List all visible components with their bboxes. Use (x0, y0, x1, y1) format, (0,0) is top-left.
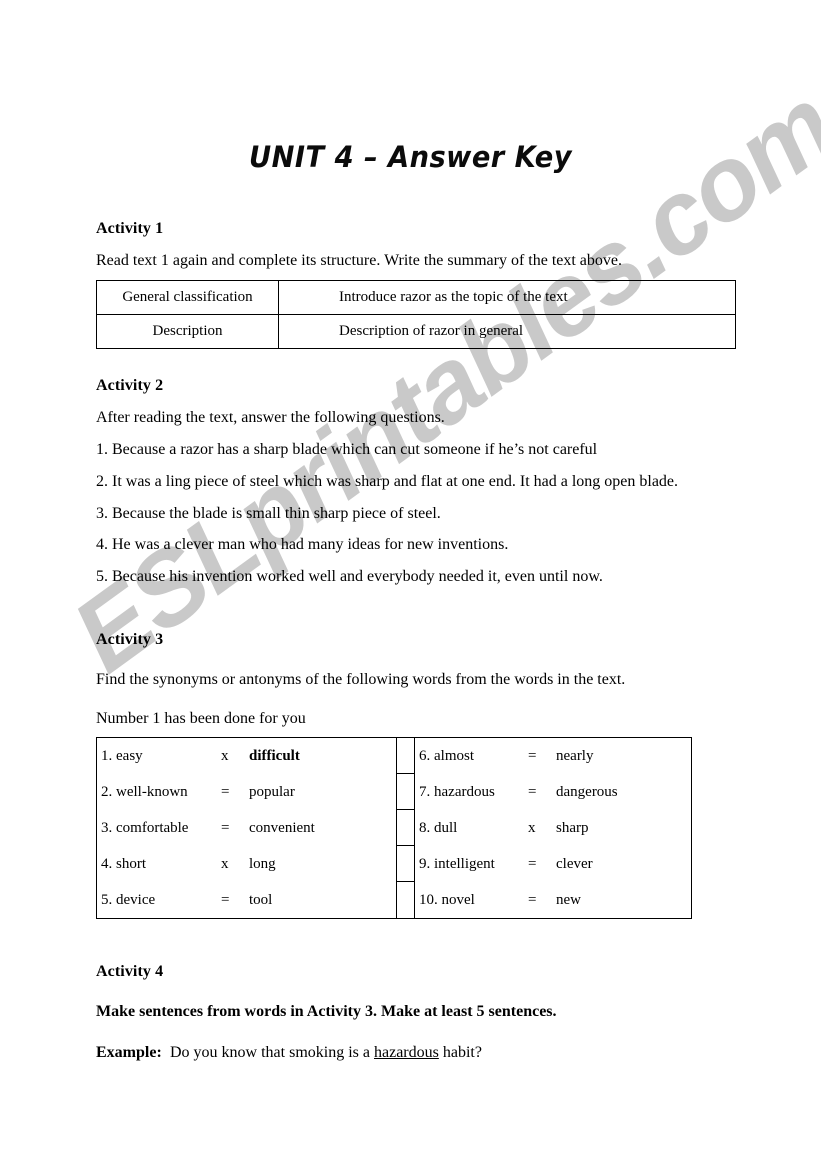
word-term: 8. dull (419, 819, 458, 836)
relation-symbol: = (221, 783, 230, 800)
relation-symbol: = (528, 747, 537, 764)
word-answer: tool (249, 891, 273, 908)
page-title: UNIT 4 – Answer Key (249, 140, 572, 174)
activity-2-section: Activity 2 After reading the text, answe… (96, 377, 736, 587)
list-item: 10. novel = new (415, 882, 693, 918)
synonyms-divider-column (396, 737, 415, 918)
example-prefix: Do you know that smoking is a (170, 1043, 374, 1061)
word-term: 7. hazardous (419, 783, 495, 800)
word-answer: dangerous (556, 783, 618, 800)
word-answer: clever (556, 855, 593, 872)
activity-4-heading: Activity 4 (96, 962, 164, 980)
activity-1-section: Activity 1 Read text 1 again and complet… (96, 220, 736, 349)
example-suffix: habit? (438, 1043, 482, 1061)
word-answer: sharp (556, 819, 589, 836)
divider-cell (397, 774, 414, 810)
list-item: 6. almost = nearly (415, 738, 693, 774)
word-term: 3. comfortable (101, 819, 189, 836)
word-term: 4. short (101, 855, 146, 872)
activity-4-instruction: Make sentences from words in Activity 3.… (96, 1002, 557, 1020)
activity-2-instruction: After reading the text, answer the follo… (96, 408, 445, 426)
structure-label-cell: General classification (96, 279, 279, 315)
table-row: Description Description of razor in gene… (96, 313, 736, 349)
activity-2-answer: 4. He was a clever man who had many idea… (96, 536, 509, 554)
divider-cell (397, 810, 414, 846)
worksheet-page: UNIT 4 – Answer Key Activity 1 Read text… (0, 0, 821, 1169)
relation-symbol: = (528, 855, 537, 872)
activity-4-section: Activity 4 Make sentences from words in … (96, 963, 736, 1062)
relation-symbol: = (221, 819, 230, 836)
activity-2-answer: 1. Because a razor has a sharp blade whi… (96, 440, 598, 458)
list-item: 1. easy x difficult (97, 738, 396, 774)
example-label: Example: (96, 1043, 162, 1061)
activity-3-note: Number 1 has been done for you (96, 710, 306, 727)
relation-symbol: x (221, 747, 229, 764)
synonyms-antonyms-table: 1. easy x difficult 2. well-known = popu… (96, 736, 693, 919)
word-answer: convenient (249, 819, 315, 836)
activity-3-instruction: Find the synonyms or antonyms of the fol… (96, 671, 626, 689)
activity-2-answer: 2. It was a ling piece of steel which wa… (96, 472, 679, 490)
word-term: 10. novel (419, 891, 475, 908)
relation-symbol: = (528, 783, 537, 800)
relation-symbol: x (528, 819, 536, 836)
word-answer: new (556, 891, 581, 908)
word-answer: long (249, 855, 276, 872)
divider-cell (397, 882, 414, 918)
relation-symbol: = (221, 891, 230, 908)
relation-symbol: x (221, 855, 229, 872)
word-term: 5. device (101, 891, 156, 908)
activity-2-answer: 5. Because his invention worked well and… (96, 568, 603, 586)
activity-2-heading: Activity 2 (96, 376, 164, 394)
structure-value-cell: Description of razor in general (278, 313, 736, 349)
activity-2-answer: 3. Because the blade is small thin sharp… (96, 504, 441, 522)
structure-value-cell: Introduce razor as the topic of the text (278, 279, 736, 315)
word-answer: popular (249, 783, 295, 800)
word-term: 2. well-known (101, 783, 188, 800)
divider-cell (397, 846, 414, 882)
example-underlined-word: hazardous (374, 1043, 439, 1061)
activity-3-heading: Activity 3 (96, 631, 164, 649)
text-structure-table: General classification Introduce razor a… (96, 279, 736, 349)
word-term: 1. easy (101, 747, 143, 764)
structure-label-cell: Description (96, 313, 279, 349)
table-row: General classification Introduce razor a… (96, 279, 736, 315)
list-item: 7. hazardous = dangerous (415, 774, 693, 810)
synonyms-left-column: 1. easy x difficult 2. well-known = popu… (97, 738, 396, 918)
list-item: 9. intelligent = clever (415, 846, 693, 882)
word-term: 6. almost (419, 747, 474, 764)
activity-3-section: Activity 3 Find the synonyms or antonyms… (96, 631, 736, 919)
list-item: 8. dull x sharp (415, 810, 693, 846)
list-item: 5. device = tool (97, 882, 396, 918)
activity-1-heading: Activity 1 (96, 220, 164, 237)
activity-1-instruction: Read text 1 again and complete its struc… (96, 252, 623, 269)
relation-symbol: = (528, 891, 537, 908)
synonyms-right-column: 6. almost = nearly 7. hazardous = danger… (415, 738, 693, 918)
divider-cell (397, 738, 414, 774)
word-answer: nearly (556, 747, 594, 764)
word-answer: difficult (249, 747, 300, 764)
activity-4-example: Example: Do you know that smoking is a ha… (96, 1044, 736, 1062)
list-item: 4. short x long (97, 846, 396, 882)
worksheet-content: Activity 1 Read text 1 again and complet… (96, 220, 736, 1062)
word-term: 9. intelligent (419, 855, 495, 872)
list-item: 3. comfortable = convenient (97, 810, 396, 846)
list-item: 2. well-known = popular (97, 774, 396, 810)
